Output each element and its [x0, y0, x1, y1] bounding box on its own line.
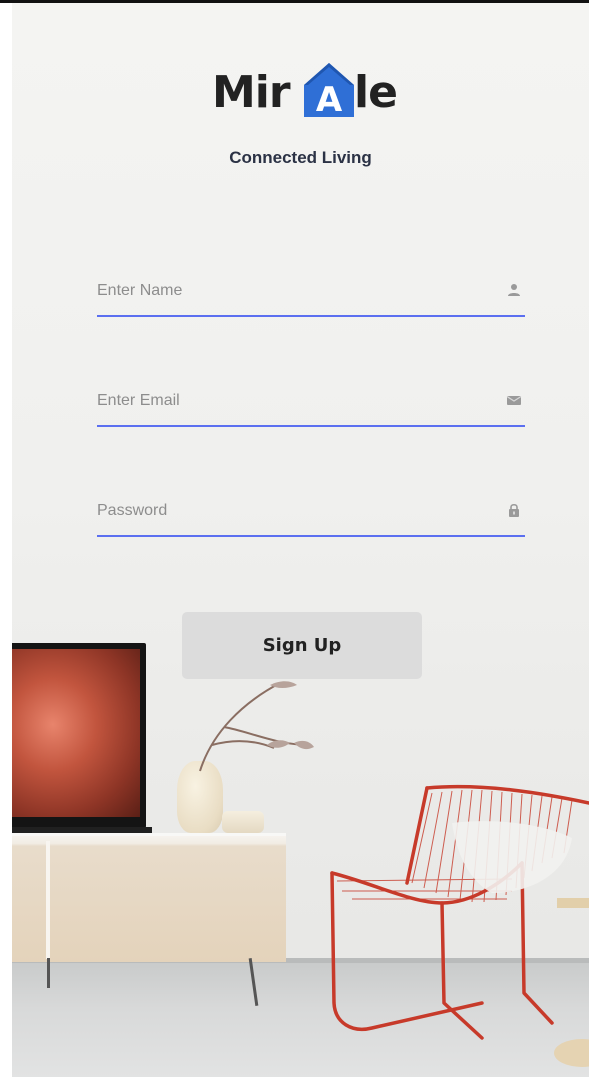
- lock-icon: [509, 503, 519, 517]
- name-field[interactable]: [97, 265, 525, 317]
- side-table-base: [554, 1039, 589, 1067]
- house-logo-icon: A: [304, 63, 354, 119]
- email-input[interactable]: [97, 389, 477, 413]
- password-field[interactable]: [97, 485, 525, 537]
- side-table: [557, 898, 589, 908]
- password-input[interactable]: [97, 499, 477, 523]
- dried-leaves: [267, 681, 314, 750]
- logo-text-left: Mir: [212, 67, 291, 118]
- signup-screen: Mir A le Connected Living Enter Name Ent…: [0, 0, 589, 1077]
- app-logo: Mir A le: [212, 61, 398, 123]
- dried-branch: [199, 682, 305, 772]
- logo-house-letter: A: [316, 80, 343, 119]
- user-icon: [508, 284, 520, 296]
- mail-icon: [506, 395, 522, 405]
- email-field[interactable]: [97, 375, 525, 427]
- chair-cushion: [452, 821, 572, 893]
- sign-up-button[interactable]: Sign Up: [182, 612, 422, 679]
- tagline: Connected Living: [229, 148, 372, 167]
- app-view: Mir A le Connected Living Enter Name Ent…: [12, 3, 589, 1077]
- name-input[interactable]: [97, 279, 477, 303]
- logo-text-right: le: [354, 67, 398, 118]
